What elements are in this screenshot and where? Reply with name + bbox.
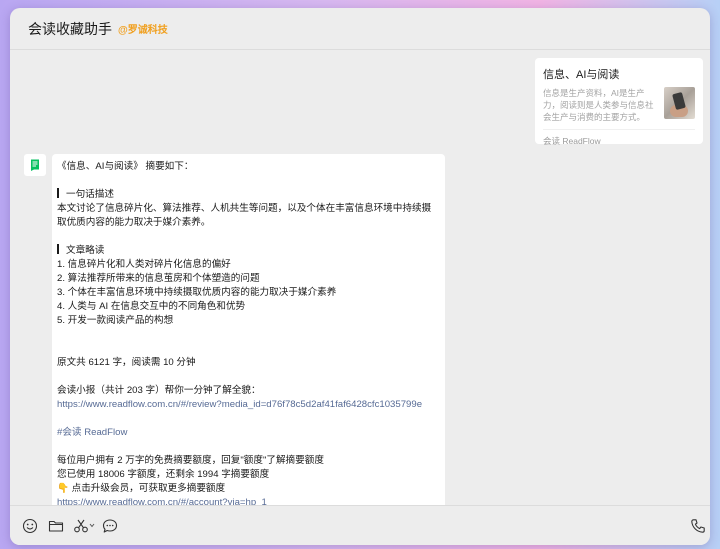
- card-source: 会读 ReadFlow: [543, 129, 695, 147]
- section-bar-icon: [57, 188, 59, 198]
- outline-heading: 文章略读: [57, 244, 437, 258]
- section-bar-icon: [57, 244, 59, 254]
- chat-org-tag: @罗诚科技: [118, 25, 168, 36]
- outline-item: 4. 人类与 AI 在信息交互中的不同角色和优势: [57, 301, 246, 312]
- message-list[interactable]: 信息、AI与阅读 信息是生产资料，AI是生产力，阅读则是人类参与信息社会生产与消…: [10, 50, 710, 505]
- scissors-icon[interactable]: [72, 516, 98, 536]
- brief-text: 会读小报（共计 203 字）帮你一分钟了解全貌：: [57, 385, 261, 396]
- folder-icon[interactable]: [46, 516, 66, 536]
- quota-line-1: 每位用户拥有 2 万字的免费摘要额度，回复"额度"了解摘要额度: [57, 455, 324, 466]
- one-line-text: 本文讨论了信息碎片化、算法推荐、人机共生等问题，以及个体在丰富信息环境中持续摄取…: [57, 203, 432, 228]
- card-body: 信息是生产资料，AI是生产力，阅读则是人类参与信息社会生产与消费的主要方式。: [543, 87, 695, 123]
- one-line-heading: 一句话描述: [57, 188, 437, 202]
- hashtag-link[interactable]: #会读 ReadFlow: [57, 426, 437, 440]
- book-icon: [31, 159, 39, 171]
- chat-window: 会读收藏助手 @罗诚科技 信息、AI与阅读 信息是生产资料，AI是生产力，阅读则…: [10, 8, 710, 545]
- word-count: 原文共 6121 字，阅读需 10 分钟: [57, 357, 196, 368]
- upgrade-line: 👇 点击升级会员，可获取更多摘要额度: [57, 483, 226, 494]
- outline-item: 1. 信息碎片化和人类对碎片化信息的偏好: [57, 259, 231, 270]
- emoji-icon[interactable]: [20, 516, 40, 536]
- outline-heading-text: 文章略读: [66, 245, 105, 256]
- outline-item: 2. 算法推荐所带来的信息茧房和个体塑造的问题: [57, 273, 260, 284]
- summary-message[interactable]: 《信息、AI与阅读》 摘要如下： 一句话描述 本文讨论了信息碎片化、算法推荐、人…: [52, 154, 445, 505]
- account-link[interactable]: https://www.readflow.com.cn/#/account?vi…: [57, 496, 437, 505]
- phone-icon[interactable]: [688, 516, 708, 536]
- quota-line-2: 您已使用 18006 字额度，还剩余 1994 字摘要额度: [57, 469, 270, 480]
- summary-intro: 《信息、AI与阅读》 摘要如下：: [57, 161, 194, 172]
- chat-header: 会读收藏助手 @罗诚科技: [10, 8, 710, 50]
- chat-bubble-icon[interactable]: [100, 516, 120, 536]
- input-toolbar: [10, 505, 710, 545]
- brief-link[interactable]: https://www.readflow.com.cn/#/review?med…: [57, 398, 437, 412]
- card-description: 信息是生产资料，AI是生产力，阅读则是人类参与信息社会生产与消费的主要方式。: [543, 88, 654, 122]
- outline-item: 3. 个体在丰富信息环境中持续摄取优质内容的能力取决于媒介素养: [57, 287, 337, 298]
- one-line-heading-text: 一句话描述: [66, 189, 114, 200]
- card-title: 信息、AI与阅读: [543, 69, 620, 81]
- card-thumbnail: [663, 87, 695, 119]
- bot-avatar[interactable]: [24, 154, 46, 176]
- article-card[interactable]: 信息、AI与阅读 信息是生产资料，AI是生产力，阅读则是人类参与信息社会生产与消…: [535, 58, 703, 147]
- outline-item: 5. 开发一款阅读产品的构想: [57, 315, 174, 326]
- chat-title[interactable]: 会读收藏助手: [28, 19, 112, 39]
